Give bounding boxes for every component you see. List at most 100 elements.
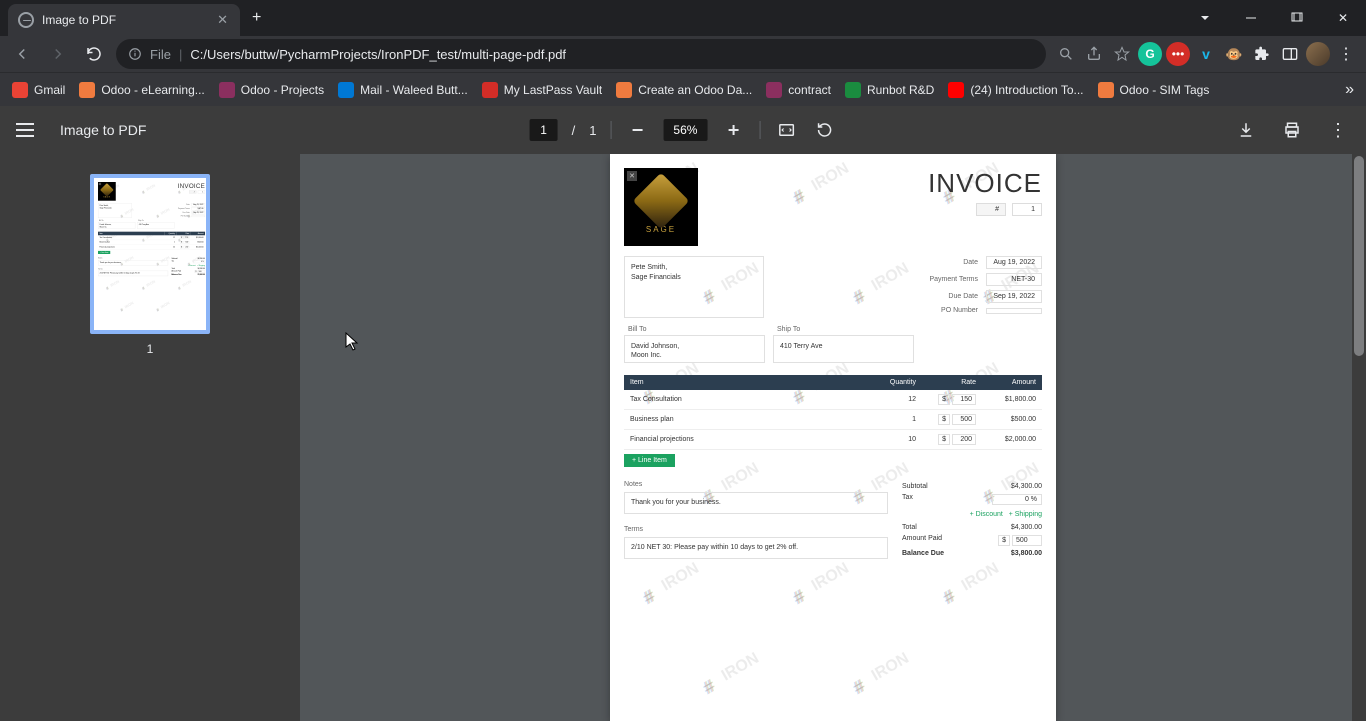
table-row: Business plan1$500$500.00 [624,410,1042,430]
address-bar: File | C:/Users/buttw/PycharmProjects/Ir… [0,36,1366,72]
zoom-in-button[interactable] [721,118,745,142]
bookmark-label: Odoo - eLearning... [101,83,204,97]
bookmark-item[interactable]: Runbot R&D [845,82,934,98]
bookmark-label: Create an Odoo Da... [638,83,752,97]
pdf-viewer: IRON IRON IRON IRON IRON IRON IRON IRON … [0,154,1366,721]
close-window-button[interactable]: ✕ [1320,0,1366,36]
bookmark-favicon [338,82,354,98]
remove-logo-icon[interactable]: ✕ [627,171,637,181]
page-thumbnail[interactable]: IRON IRON IRON IRON IRON IRON IRON IRON … [90,174,210,334]
grammarly-ext-icon[interactable]: G [1138,42,1162,66]
sidepanel-icon[interactable] [1278,42,1302,66]
bookmark-label: (24) Introduction To... [970,83,1083,97]
bookmark-item[interactable]: Odoo - eLearning... [79,82,204,98]
add-line-item-button[interactable]: + Line Item [624,454,675,467]
watermark: IRON [141,279,156,290]
download-button[interactable] [1234,118,1258,142]
remove-logo-icon[interactable]: ✕ [99,183,101,185]
thumbnail-label: 1 [147,342,154,356]
pdf-canvas[interactable]: IRON IRON IRON IRON IRON IRON IRON IRON … [300,154,1366,721]
pdf-document-title: Image to PDF [60,122,146,138]
from-name: Pete Smith, [631,263,757,273]
line-items-table: Item Quantity Rate Amount Tax Consultati… [624,375,1042,450]
bookmark-favicon [482,82,498,98]
bookmark-favicon [616,82,632,98]
invoice-meta: DateAug 19, 2022 Payment TermsNET-30 Due… [173,203,205,218]
watermark: IRON [105,279,120,290]
bookmarks-overflow-icon[interactable]: » [1345,81,1354,99]
thumbnail-sidebar: IRON IRON IRON IRON IRON IRON IRON IRON … [0,154,300,721]
pdf-more-icon[interactable]: ⋮ [1326,118,1350,142]
reload-button[interactable] [80,40,108,68]
chrome-menu-icon[interactable]: ⋮ [1334,42,1358,66]
bookmark-favicon [1098,82,1114,98]
page-total: 1 [589,123,596,138]
vertical-scrollbar[interactable] [1352,154,1366,721]
new-tab-button[interactable]: + [252,9,261,27]
bookmark-label: Gmail [34,83,65,97]
minimize-button[interactable] [1228,0,1274,36]
browser-tab[interactable]: Image to PDF ✕ [8,4,240,36]
vimeo-ext-icon[interactable]: v [1194,42,1218,66]
watermark: IRON [156,301,171,312]
table-row: Financial projections10$200$2,000.00 [98,245,205,250]
bookmark-label: Odoo - SIM Tags [1120,83,1210,97]
from-box: Pete Smith, Sage Financials [624,256,764,318]
bookmark-star-icon[interactable] [1110,42,1134,66]
col-qty: Quantity [872,375,922,390]
bookmark-item[interactable]: contract [766,82,831,98]
bookmark-item[interactable]: Odoo - Projects [219,82,324,98]
zoom-icon[interactable] [1054,42,1078,66]
fit-page-button[interactable] [774,118,798,142]
current-page-input[interactable] [530,119,558,141]
scrollbar-thumb[interactable] [1354,156,1364,356]
info-icon [128,47,142,61]
zoom-level: 56% [663,119,707,141]
add-shipping-link[interactable]: + Shipping [197,265,205,267]
watermark: IRON [790,560,853,607]
bookmark-label: Runbot R&D [867,83,934,97]
pdf-toolbar: Image to PDF / 1 56% ⋮ [0,106,1366,154]
extensions-icon[interactable] [1250,42,1274,66]
col-item: Item [624,375,872,390]
share-icon[interactable] [1082,42,1106,66]
url-path: C:/Users/buttw/PycharmProjects/IronPDF_t… [190,47,566,62]
url-input[interactable]: File | C:/Users/buttw/PycharmProjects/Ir… [116,39,1046,69]
maximize-button[interactable] [1274,0,1320,36]
line-items-table: Item Quantity Rate Amount Tax Consultati… [98,232,205,250]
bookmark-label: My LastPass Vault [504,83,602,97]
notes-label: Notes [624,481,888,488]
add-discount-link[interactable]: + Discount [188,265,196,267]
rotate-button[interactable] [812,118,836,142]
notes-box: Thank you for your business. [624,492,888,514]
bookmark-item[interactable]: (24) Introduction To... [948,82,1083,98]
add-line-item-button[interactable]: + Line Item [98,251,110,254]
forward-button[interactable] [44,40,72,68]
tab-search-icon[interactable] [1182,0,1228,36]
profile-avatar[interactable] [1306,42,1330,66]
close-tab-button[interactable]: ✕ [215,10,230,30]
col-rate: Rate [922,375,982,390]
notes-label: Notes [98,257,168,259]
back-button[interactable] [8,40,36,68]
bookmark-label: Odoo - Projects [241,83,324,97]
bookmark-favicon [219,82,235,98]
zoom-out-button[interactable] [625,118,649,142]
bookmark-favicon [12,82,28,98]
bookmark-item[interactable]: Odoo - SIM Tags [1098,82,1210,98]
bookmark-item[interactable]: Gmail [12,82,65,98]
add-discount-link[interactable]: + Discount [970,511,1003,518]
bookmark-item[interactable]: My LastPass Vault [482,82,602,98]
add-shipping-link[interactable]: + Shipping [1009,511,1042,518]
monkey-ext-icon[interactable]: 🐵 [1222,42,1246,66]
sidebar-toggle-button[interactable] [16,118,40,142]
table-row: Financial projections10$200$2,000.00 [624,430,1042,450]
watermark: IRON [700,650,763,697]
watermark: IRON [177,279,192,290]
col-amount: Amount [982,375,1042,390]
print-button[interactable] [1280,118,1304,142]
bookmark-item[interactable]: Mail - Waleed Butt... [338,82,468,98]
terms-label: Terms [624,526,888,533]
bookmark-item[interactable]: Create an Odoo Da... [616,82,752,98]
lastpass-ext-icon[interactable]: ••• [1166,42,1190,66]
